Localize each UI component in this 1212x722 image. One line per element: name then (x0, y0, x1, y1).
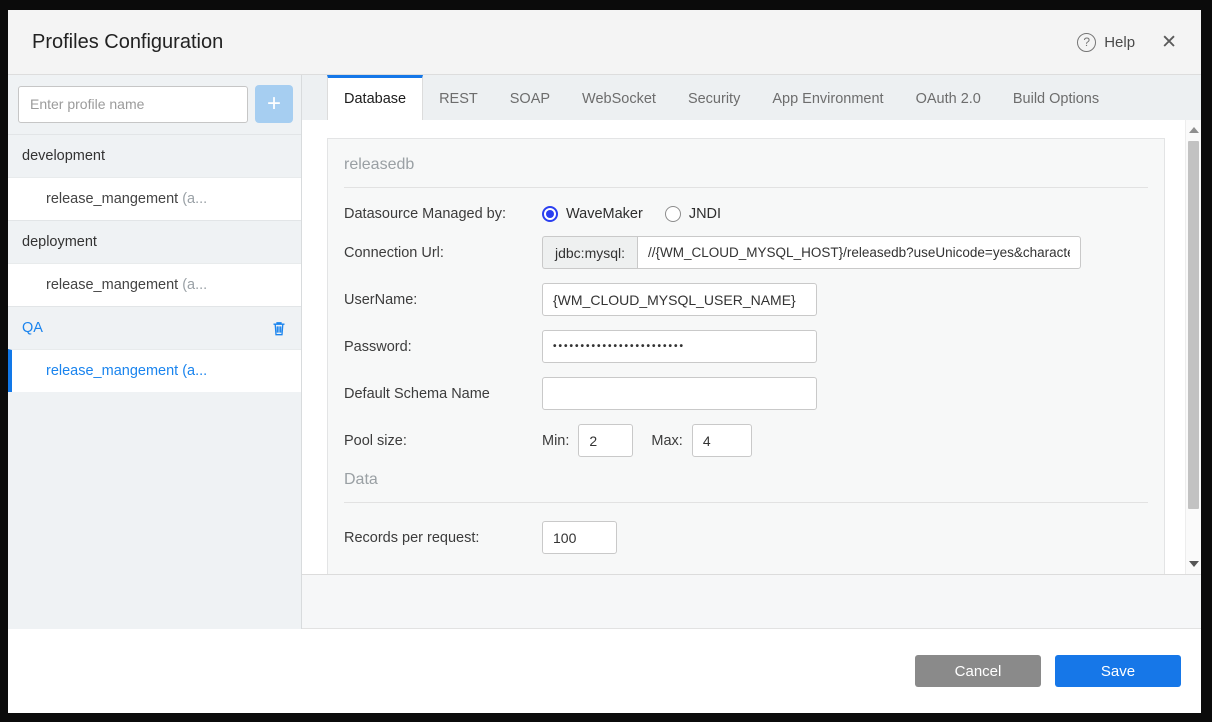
profile-name-input[interactable] (18, 85, 248, 123)
group-label: development (22, 148, 106, 164)
scroll-down-icon[interactable] (1189, 561, 1199, 567)
trash-icon (273, 321, 285, 335)
connection-url-input[interactable] (637, 236, 1082, 269)
item-suffix: (a... (182, 363, 208, 379)
close-icon[interactable]: ✕ (1161, 33, 1177, 52)
tab-websocket[interactable]: WebSocket (566, 75, 672, 120)
pool-min-input[interactable] (578, 424, 634, 457)
header-actions: ? Help ✕ (1077, 32, 1177, 52)
tab-rest[interactable]: REST (423, 75, 494, 120)
profiles-sidebar: + development release_mangement (a... de… (8, 75, 302, 629)
item-label: release_mangement (46, 363, 179, 379)
default-schema-row: Default Schema Name (344, 377, 1148, 410)
pool-max-label: Max: (651, 432, 683, 449)
profile-group-qa[interactable]: QA (8, 306, 301, 349)
username-label: UserName: (344, 291, 418, 308)
radio-jndi-label: JNDI (688, 206, 722, 222)
cancel-button[interactable]: Cancel (915, 655, 1041, 687)
profile-item-development[interactable]: release_mangement (a... (8, 177, 301, 220)
pool-max-input[interactable] (691, 424, 752, 457)
default-schema-label: Default Schema Name (344, 385, 490, 402)
page-title: Profiles Configuration (32, 30, 224, 53)
radio-unselected-icon (664, 206, 681, 222)
records-label: Records per request: (344, 529, 480, 546)
username-input[interactable] (542, 283, 817, 316)
tab-oauth2[interactable]: OAuth 2.0 (900, 75, 997, 120)
connection-url-label: Connection Url: (344, 244, 444, 261)
profile-search-row: + (8, 75, 301, 134)
item-label: release_mangement (46, 191, 179, 207)
password-input[interactable] (542, 330, 817, 363)
profile-group-deployment[interactable]: deployment (8, 220, 301, 263)
radio-selected-icon (542, 206, 558, 222)
item-label: release_mangement (46, 277, 179, 293)
group-label: deployment (22, 234, 97, 250)
profile-detail-panel: Database REST SOAP WebSocket Security Ap… (302, 75, 1201, 629)
pool-min-label: Min: (542, 432, 570, 449)
profiles-configuration-dialog: Profiles Configuration ? Help ✕ + develo… (8, 10, 1201, 713)
add-profile-button[interactable]: + (255, 85, 293, 123)
content-bottom-strip (302, 574, 1201, 629)
datasource-label: Datasource Managed by: (344, 206, 507, 222)
database-tab-content: releasedb Datasource Managed by: WaveMak… (302, 120, 1201, 574)
profile-list: development release_mangement (a... depl… (8, 134, 301, 629)
password-row: Password: (344, 330, 1148, 363)
pool-size-row: Pool size: Min: Max: (344, 424, 1148, 457)
item-suffix: (a... (182, 277, 208, 293)
records-per-request-row: Records per request: (344, 521, 1148, 554)
delete-profile-icon[interactable] (271, 320, 287, 337)
scroll-up-icon[interactable] (1189, 127, 1199, 133)
dialog-footer: Cancel Save (8, 629, 1201, 713)
dialog-header: Profiles Configuration ? Help ✕ (8, 10, 1201, 75)
password-label: Password: (344, 338, 412, 355)
help-button[interactable]: ? Help (1077, 32, 1136, 52)
datasource-row: Datasource Managed by: WaveMaker JNDI (344, 206, 1148, 222)
connection-url-row: Connection Url: jdbc:mysql: (344, 236, 1148, 269)
profile-item-deployment[interactable]: release_mangement (a... (8, 263, 301, 306)
tab-security[interactable]: Security (672, 75, 756, 120)
profile-group-development[interactable]: development (8, 134, 301, 177)
jdbc-prefix-addon: jdbc:mysql: (542, 236, 638, 269)
profile-item-qa-selected[interactable]: release_mangement (a... (8, 349, 301, 392)
help-label: Help (1104, 33, 1136, 51)
help-icon: ? (1077, 32, 1097, 52)
tab-app-environment[interactable]: App Environment (756, 75, 899, 120)
section-title-data: Data (344, 471, 1148, 503)
section-title-releasedb: releasedb (344, 156, 1148, 188)
save-button[interactable]: Save (1055, 655, 1181, 687)
radio-wavemaker[interactable]: WaveMaker (542, 206, 643, 222)
scrollbar-thumb[interactable] (1188, 141, 1199, 509)
records-input[interactable] (542, 521, 617, 554)
tab-soap[interactable]: SOAP (494, 75, 566, 120)
pool-size-label: Pool size: (344, 432, 407, 449)
database-form-card: releasedb Datasource Managed by: WaveMak… (327, 138, 1165, 574)
group-label: QA (22, 320, 43, 336)
username-row: UserName: (344, 283, 1148, 316)
tab-bar: Database REST SOAP WebSocket Security Ap… (302, 75, 1201, 120)
datasource-radio-group: WaveMaker JNDI (542, 206, 721, 222)
vertical-scrollbar[interactable] (1185, 120, 1201, 574)
dialog-body: + development release_mangement (a... de… (8, 75, 1201, 629)
radio-jndi[interactable]: JNDI (664, 206, 722, 222)
tab-build-options[interactable]: Build Options (997, 75, 1115, 120)
tab-database[interactable]: Database (327, 75, 424, 120)
default-schema-input[interactable] (542, 377, 817, 410)
item-suffix: (a... (182, 191, 208, 207)
radio-wavemaker-label: WaveMaker (566, 206, 643, 222)
